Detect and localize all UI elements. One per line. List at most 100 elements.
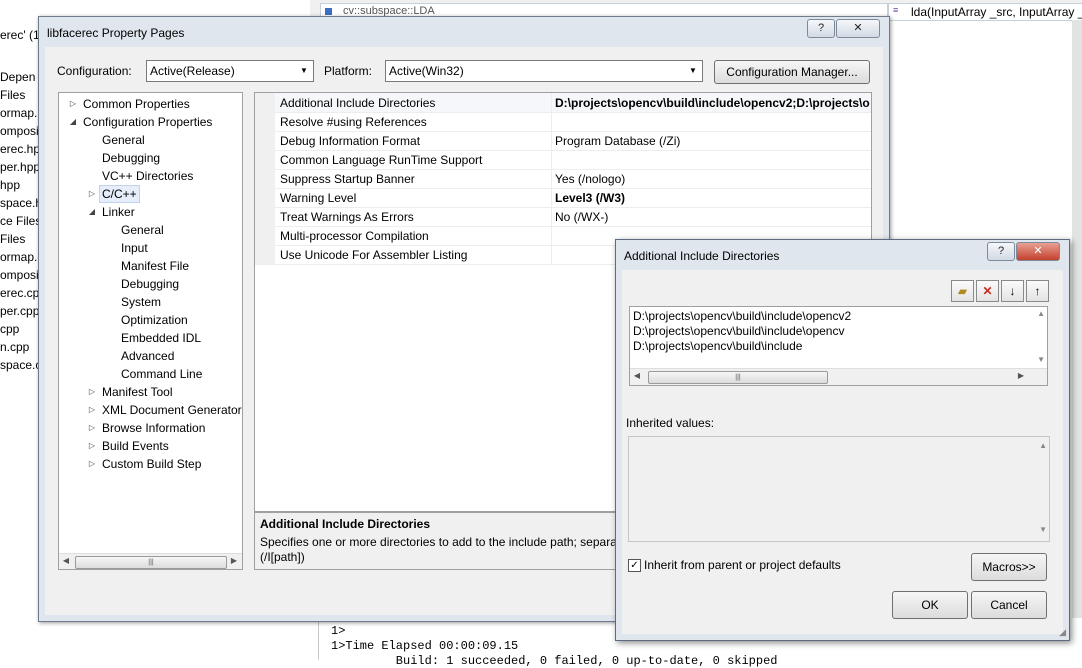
- solution-explorer-item[interactable]: per.hpp: [0, 160, 40, 174]
- tree-item[interactable]: Build Events: [102, 437, 169, 455]
- tree-item[interactable]: Command Line: [121, 365, 202, 383]
- tree-item[interactable]: XML Document Generator: [102, 401, 242, 419]
- solution-explorer-item[interactable]: cpp: [0, 322, 19, 336]
- property-row[interactable]: Additional Include Directories D:\project…: [255, 93, 871, 113]
- tree-collapse-icon[interactable]: ◢: [87, 207, 97, 216]
- property-row[interactable]: Suppress Startup Banner Yes (/nologo): [255, 169, 871, 189]
- property-value[interactable]: Program Database (/Zi): [555, 134, 680, 148]
- solution-explorer-item[interactable]: Depen: [0, 70, 35, 84]
- tree-expand-icon[interactable]: ▷: [87, 441, 97, 450]
- directory-item[interactable]: D:\projects\opencv\build\include\opencv: [633, 324, 844, 338]
- solution-explorer-item[interactable]: ormap.h: [0, 106, 40, 120]
- close-button[interactable]: ✕: [836, 19, 880, 38]
- solution-explorer-item[interactable]: omposi: [0, 268, 39, 282]
- delete-button[interactable]: ✕: [976, 280, 999, 302]
- tree-item[interactable]: Configuration Properties: [83, 113, 212, 131]
- tree-collapse-icon[interactable]: ◢: [68, 117, 78, 126]
- tree-expand-icon[interactable]: ▷: [68, 99, 78, 108]
- close-button[interactable]: ✕: [1016, 242, 1060, 261]
- tree-item[interactable]: Manifest File: [121, 257, 189, 275]
- property-value[interactable]: Level3 (/W3): [555, 191, 625, 205]
- tree-item[interactable]: System: [121, 293, 161, 311]
- solution-explorer-item[interactable]: ormap.c: [0, 250, 40, 264]
- solution-explorer-item[interactable]: erec.hpp: [0, 142, 40, 156]
- scroll-left-icon[interactable]: ◀: [632, 371, 642, 380]
- property-value[interactable]: Yes (/nologo): [555, 172, 625, 186]
- ok-button[interactable]: OK: [892, 591, 968, 619]
- tree-item[interactable]: Debugging: [121, 275, 179, 293]
- property-value[interactable]: No (/WX-): [555, 210, 608, 224]
- scroll-right-icon[interactable]: ▶: [229, 556, 239, 565]
- property-row[interactable]: Common Language RunTime Support: [255, 150, 871, 170]
- solution-explorer-item[interactable]: hpp: [0, 178, 20, 192]
- tree-item[interactable]: VC++ Directories: [102, 167, 193, 185]
- solution-explorer-item[interactable]: n.cpp: [0, 340, 29, 354]
- directory-list[interactable]: D:\projects\opencv\build\include\opencv2…: [629, 306, 1048, 386]
- property-row[interactable]: Resolve #using References: [255, 112, 871, 132]
- help-button[interactable]: ?: [807, 19, 835, 38]
- directory-list-hscroll[interactable]: ◀ ||| ▶: [630, 368, 1047, 385]
- tree-item[interactable]: Input: [121, 239, 148, 257]
- property-tree[interactable]: ▷ Common Properties ◢ Configuration Propert…: [58, 92, 243, 570]
- scroll-down-icon[interactable]: ▼: [1037, 355, 1045, 364]
- scroll-up-icon[interactable]: ▲: [1037, 309, 1045, 318]
- solution-explorer-item[interactable]: per.cpp: [0, 304, 39, 318]
- include-directories-titlebar[interactable]: Additional Include Directories ? ✕: [616, 240, 1069, 270]
- move-up-button[interactable]: ↑: [1026, 280, 1049, 302]
- new-folder-button[interactable]: ▰: [951, 280, 974, 302]
- property-pages-titlebar[interactable]: libfacerec Property Pages ? ✕: [39, 17, 889, 47]
- inherit-checkbox[interactable]: ✓: [628, 559, 641, 572]
- solution-explorer-item[interactable]: Files: [0, 232, 25, 246]
- property-row[interactable]: Treat Warnings As Errors No (/WX-): [255, 207, 871, 227]
- property-row[interactable]: Debug Information Format Program Database…: [255, 131, 871, 151]
- cancel-button[interactable]: Cancel: [971, 591, 1047, 619]
- tree-expand-icon[interactable]: ▷: [87, 189, 97, 198]
- tree-item[interactable]: General: [102, 131, 145, 149]
- help-button[interactable]: ?: [987, 242, 1015, 261]
- platform-value: Active(Win32): [389, 64, 464, 78]
- configuration-manager-button[interactable]: Configuration Manager...: [714, 60, 870, 84]
- platform-select[interactable]: Active(Win32) ▼: [385, 60, 703, 82]
- scroll-right-icon[interactable]: ▶: [1016, 371, 1026, 380]
- hscroll-thumb[interactable]: |||: [648, 371, 828, 384]
- editor-scrollbar[interactable]: [1072, 20, 1082, 620]
- solution-explorer-item[interactable]: erec.cpp: [0, 286, 40, 300]
- property-value[interactable]: D:\projects\opencv\build\include\opencv2…: [555, 96, 870, 110]
- tree-hscroll[interactable]: ◀ ||| ▶: [59, 553, 242, 569]
- move-down-button[interactable]: ↓: [1001, 280, 1024, 302]
- tree-expand-icon[interactable]: ▷: [87, 423, 97, 432]
- column-divider: [551, 245, 552, 264]
- tree-item[interactable]: Common Properties: [83, 95, 190, 113]
- tree-expand-icon[interactable]: ▷: [87, 405, 97, 414]
- tree-item[interactable]: Embedded IDL: [121, 329, 201, 347]
- tree-item[interactable]: General: [121, 221, 164, 239]
- hscroll-thumb[interactable]: |||: [75, 556, 227, 569]
- configuration-select[interactable]: Active(Release) ▼: [146, 60, 314, 82]
- tree-item[interactable]: Browse Information: [102, 419, 205, 437]
- property-row[interactable]: Warning Level Level3 (/W3): [255, 188, 871, 208]
- scroll-down-icon[interactable]: ▼: [1039, 525, 1047, 534]
- solution-explorer-item[interactable]: space.c: [0, 358, 40, 372]
- solution-explorer-item[interactable]: space.h: [0, 196, 40, 210]
- scroll-left-icon[interactable]: ◀: [61, 556, 71, 565]
- solution-explorer-item[interactable]: Files: [0, 88, 25, 102]
- tree-item[interactable]: C/C++: [99, 185, 140, 203]
- macros-button[interactable]: Macros>>: [971, 553, 1047, 581]
- solution-explorer-item[interactable]: omposi: [0, 124, 39, 138]
- scroll-up-icon[interactable]: ▲: [1039, 441, 1047, 450]
- directory-item[interactable]: D:\projects\opencv\build\include\opencv2: [633, 309, 851, 323]
- solution-explorer-item[interactable]: ce Files: [0, 214, 40, 228]
- tree-expand-icon[interactable]: ▷: [87, 387, 97, 396]
- tree-item[interactable]: Linker: [102, 203, 135, 221]
- tree-item[interactable]: Debugging: [102, 149, 160, 167]
- resize-grip-icon[interactable]: ◢: [1059, 627, 1066, 638]
- tree-item[interactable]: Optimization: [121, 311, 188, 329]
- directory-item[interactable]: D:\projects\opencv\build\include: [633, 339, 802, 353]
- solution-explorer-item[interactable]: erec' (1: [0, 28, 40, 42]
- tree-item[interactable]: Custom Build Step: [102, 455, 201, 473]
- tree-item[interactable]: Manifest Tool: [102, 383, 172, 401]
- tree-expand-icon[interactable]: ▷: [87, 459, 97, 468]
- tree-item[interactable]: Advanced: [121, 347, 174, 365]
- row-gutter: [255, 188, 275, 207]
- editor-member-combo[interactable]: ≡ lda(InputArray _src, InputArray _l: [888, 3, 1082, 21]
